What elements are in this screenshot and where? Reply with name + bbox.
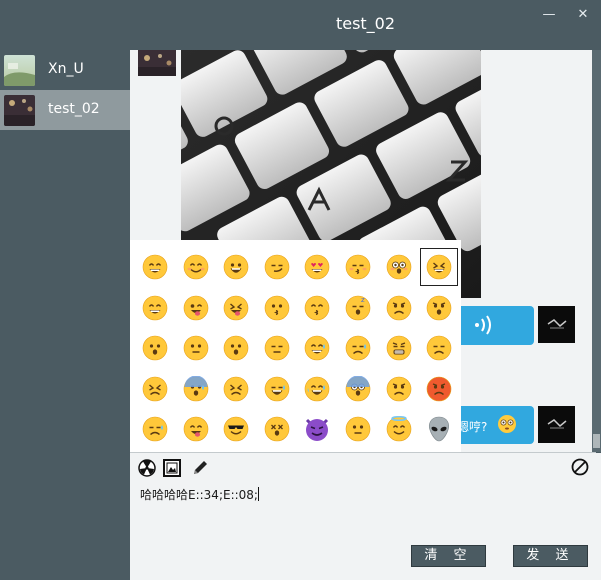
neutral-face-icon[interactable] (340, 411, 376, 447)
disappointed-face-icon[interactable] (421, 330, 457, 366)
message-editor: 哈哈哈哈E::34;E::08; 清 空 发 送 (130, 453, 601, 580)
smirking-face-icon[interactable] (259, 249, 295, 285)
tired-face-icon[interactable] (218, 371, 254, 407)
grin-face-icon[interactable] (137, 290, 173, 326)
heart-eyes-face-icon[interactable] (299, 249, 335, 285)
kissing-smiling-eyes-face-icon[interactable] (299, 290, 335, 326)
close-button[interactable]: ✕ (574, 6, 592, 24)
confounded-face-icon[interactable] (137, 371, 173, 407)
contact-name: Xn_U (48, 61, 84, 77)
svg-text:z: z (361, 296, 365, 304)
contact-name: test_02 (48, 101, 100, 117)
avatar (138, 50, 176, 76)
tears-of-joy-face-icon[interactable] (299, 371, 335, 407)
send-button[interactable]: 发 送 (513, 545, 588, 567)
pen-icon[interactable] (191, 459, 209, 477)
scrollbar-thumb[interactable] (593, 434, 600, 448)
avatar (538, 406, 575, 443)
laughing-squint-face-icon[interactable] (420, 248, 459, 286)
angry-face-icon[interactable] (381, 371, 417, 407)
sleeping-face-icon[interactable]: z (340, 290, 376, 326)
clear-button[interactable]: 清 空 (411, 545, 486, 567)
chat-scrollbar[interactable] (592, 50, 601, 452)
weary-face-icon[interactable] (381, 330, 417, 366)
smiling-face-icon[interactable] (178, 249, 214, 285)
dizzy-face-icon[interactable] (259, 411, 295, 447)
message-input-value: 哈哈哈哈E::34;E::08; (140, 488, 258, 502)
picture-frame-icon[interactable] (163, 459, 181, 477)
block-icon[interactable] (571, 458, 589, 476)
yum-face-icon[interactable] (178, 411, 214, 447)
window-title: test_02 (335, 14, 396, 33)
worried-face-icon[interactable] (381, 290, 417, 326)
scream-face-icon[interactable] (340, 371, 376, 407)
sleepy-face-icon[interactable] (137, 411, 173, 447)
avatar (4, 95, 35, 126)
grinning-face-icon[interactable] (137, 249, 173, 285)
alien-icon[interactable] (421, 411, 457, 447)
avatar (538, 306, 575, 343)
winking-tongue-face-icon[interactable] (178, 290, 214, 326)
squint-tongue-face-icon[interactable] (218, 290, 254, 326)
text-caret (257, 487, 259, 501)
avatar (4, 55, 35, 86)
open-mouth-face-icon[interactable] (137, 330, 173, 366)
frowning-open-face-icon[interactable] (421, 290, 457, 326)
contact-list: Xn_U test_02 (0, 50, 130, 580)
kissing-closed-eyes-face-icon[interactable] (340, 249, 376, 285)
text-message-bubble[interactable]: 嗯哼? (453, 406, 534, 444)
emoji-panel: z (130, 240, 461, 452)
pouting-face-icon[interactable] (421, 371, 457, 407)
sweat-smile-face-icon[interactable] (299, 330, 335, 366)
contact-item-test-02[interactable]: test_02 (0, 90, 130, 130)
crying-face-icon[interactable] (259, 371, 295, 407)
hushed-face-icon[interactable] (218, 330, 254, 366)
radioactive-icon[interactable] (138, 459, 156, 477)
title-bar: test_02 — ✕ (0, 0, 601, 50)
anxious-sweat-face-icon[interactable] (178, 371, 214, 407)
flushed-face-icon[interactable] (381, 249, 417, 285)
voice-message-bubble[interactable] (453, 306, 534, 345)
smiling-imp-icon[interactable] (299, 411, 335, 447)
message-text: 嗯哼? (457, 420, 488, 434)
contact-item-xn-u[interactable]: Xn_U (0, 50, 130, 90)
minimize-button[interactable]: — (540, 6, 558, 24)
unamused-face-icon[interactable] (259, 330, 295, 366)
disappointed-relieved-face-icon[interactable] (340, 330, 376, 366)
kissing-face-icon[interactable] (259, 290, 295, 326)
sunglasses-face-icon[interactable] (218, 411, 254, 447)
flushed-face-icon (498, 415, 516, 433)
confused-face-icon[interactable] (178, 330, 214, 366)
message-input[interactable]: 哈哈哈哈E::34;E::08; (140, 486, 580, 503)
halo-face-icon[interactable] (381, 411, 417, 447)
sound-wave-icon (475, 315, 491, 335)
big-smile-face-icon[interactable] (218, 249, 254, 285)
